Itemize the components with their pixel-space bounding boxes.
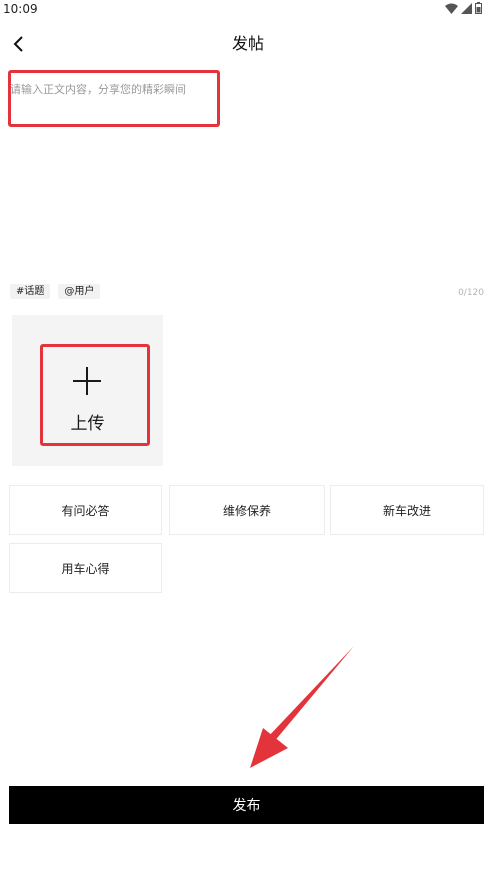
publish-button[interactable]: 发布 [9,786,484,824]
category-qa[interactable]: 有问必答 [9,485,162,535]
header: 发帖 [0,26,496,62]
category-maintenance[interactable]: 维修保养 [169,485,325,535]
arrow-annotation-icon [250,646,354,768]
post-content-input[interactable] [10,82,484,272]
signal-icon [461,2,472,14]
mention-user-button[interactable]: @用户 [58,284,101,299]
category-driving-experience[interactable]: 用车心得 [9,543,162,593]
status-icons [445,1,482,15]
tag-row: #话题 @用户 [10,284,101,299]
status-time: 10:09 [3,2,38,16]
upload-label: 上传 [70,414,105,434]
topic-tag-button[interactable]: #话题 [10,284,51,299]
upload-button[interactable]: 上传 [12,315,163,466]
battery-icon [475,2,482,14]
plus-icon [73,367,101,395]
category-new-car-improvement[interactable]: 新车改进 [330,485,484,535]
page-title: 发帖 [231,34,264,53]
char-count: 0/120 [458,288,484,298]
wifi-icon [445,3,458,14]
status-bar: 10:09 [0,0,496,18]
